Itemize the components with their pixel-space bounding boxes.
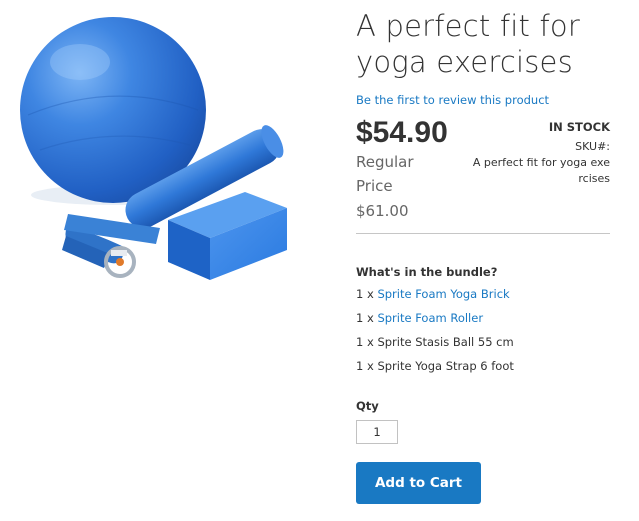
bundle-list: 1 x Sprite Foam Yoga Brick 1 x Sprite Fo… xyxy=(356,287,514,383)
bundle-item-qty: 1 x xyxy=(356,311,374,325)
bundle-item-name-yoga-strap: Sprite Yoga Strap 6 foot xyxy=(377,359,514,373)
sku-block: SKU#: A perfect fit for yoga exercises xyxy=(470,139,610,187)
divider xyxy=(356,233,610,234)
final-price: $54.90 xyxy=(356,116,448,149)
bundle-item: 1 x Sprite Stasis Ball 55 cm xyxy=(356,335,514,359)
review-link[interactable]: Be the first to review this product xyxy=(356,93,549,107)
qty-input[interactable] xyxy=(356,420,398,444)
regular-price-label: Regular Price xyxy=(356,153,414,195)
bundle-item-qty: 1 x xyxy=(356,359,374,373)
product-image xyxy=(0,0,330,300)
bundle-item-link-foam-roller[interactable]: Sprite Foam Roller xyxy=(377,311,483,325)
qty-label: Qty xyxy=(356,399,379,413)
bundle-item-qty: 1 x xyxy=(356,335,374,349)
add-to-cart-button[interactable]: Add to Cart xyxy=(356,462,481,504)
bundle-title: What's in the bundle? xyxy=(356,265,498,279)
sku-value: A perfect fit for yoga exercises xyxy=(472,156,610,185)
sku-label: SKU#: xyxy=(575,140,610,153)
bundle-item-link-yoga-brick[interactable]: Sprite Foam Yoga Brick xyxy=(377,287,509,301)
bundle-item: 1 x Sprite Foam Roller xyxy=(356,311,514,335)
bundle-item-name-stasis-ball: Sprite Stasis Ball 55 cm xyxy=(377,335,514,349)
bundle-item-qty: 1 x xyxy=(356,287,374,301)
regular-price-value: $61.00 xyxy=(356,202,409,220)
bundle-item: 1 x Sprite Foam Yoga Brick xyxy=(356,287,514,311)
product-title: A perfect fit for yoga exercises xyxy=(356,9,580,79)
stock-status: IN STOCK xyxy=(548,120,610,134)
yoga-kit-image xyxy=(20,17,287,280)
bundle-item: 1 x Sprite Yoga Strap 6 foot xyxy=(356,359,514,383)
